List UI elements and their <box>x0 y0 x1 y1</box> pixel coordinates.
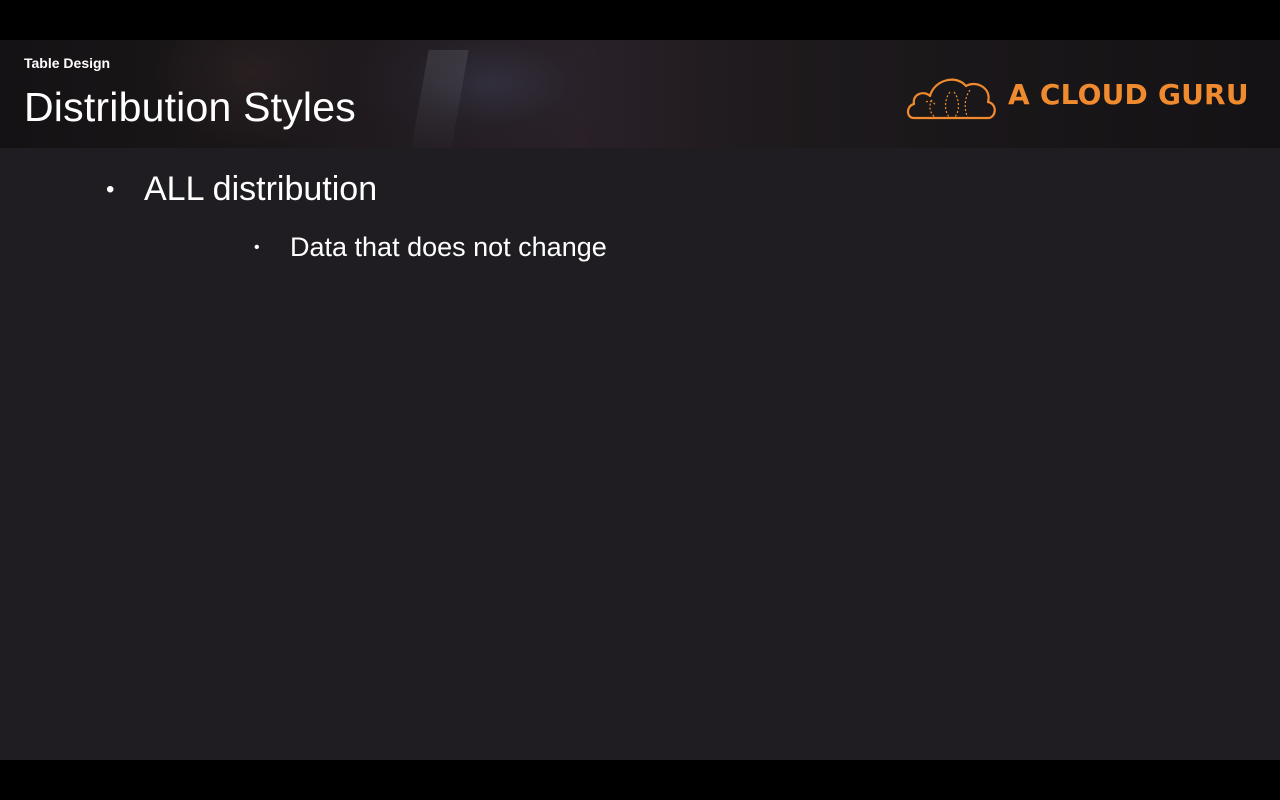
logo-wordmark: A CLOUD GURU <box>1008 78 1249 111</box>
sub-bullet-text: Data that does not change <box>290 232 607 262</box>
bullet-dot-icon: • <box>254 238 260 256</box>
letterbox-top <box>0 0 1280 40</box>
bullet-item: • ALL distribution <box>106 170 377 209</box>
slide: Table Design Distribution Styles A CLOUD… <box>0 40 1280 760</box>
letterbox-bottom <box>0 760 1280 800</box>
slide-header: Table Design Distribution Styles A CLOUD… <box>0 40 1280 148</box>
brand-logo: A CLOUD GURU <box>904 66 1249 122</box>
section-label: Table Design <box>24 55 111 71</box>
cloud-logo-icon <box>906 78 996 120</box>
slide-title: Distribution Styles <box>24 84 356 130</box>
bullet-text: ALL distribution <box>144 170 378 208</box>
bullet-dot-icon: • <box>106 175 115 203</box>
sub-bullet-item: • Data that does not change <box>254 232 607 263</box>
header-background-photo <box>360 40 620 148</box>
